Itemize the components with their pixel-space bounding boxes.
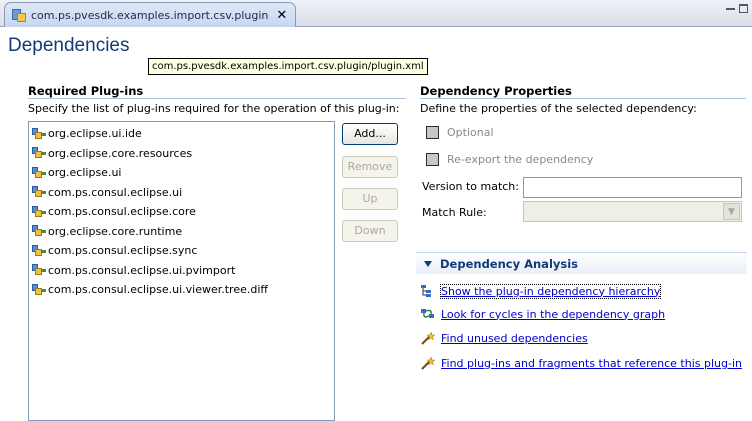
- plugin-icon: [31, 244, 47, 258]
- analysis-link-row[interactable]: Find plug-ins and fragments that referen…: [420, 356, 742, 370]
- wand-icon: [420, 356, 436, 370]
- dependency-properties-title: Dependency Properties: [420, 84, 572, 98]
- plugin-name: com.ps.consul.eclipse.ui.viewer.tree.dif…: [48, 283, 268, 297]
- maximize-icon[interactable]: [739, 4, 748, 13]
- list-item[interactable]: com.ps.consul.eclipse.ui.pvimport: [29, 261, 334, 281]
- dependency-analysis-title: Dependency Analysis: [440, 256, 579, 271]
- match-rule-combo[interactable]: ▼: [523, 201, 742, 222]
- page-title: Dependencies: [8, 35, 130, 56]
- close-icon[interactable]: ✕: [276, 8, 287, 23]
- required-plugins-list[interactable]: org.eclipse.ui.ide org.eclipse.core.reso…: [28, 121, 335, 421]
- optional-checkbox-row[interactable]: Optional: [426, 126, 494, 139]
- file-path-tooltip: com.ps.pvesdk.examples.import.csv.plugin…: [148, 58, 428, 75]
- look-for-cycles-link[interactable]: Look for cycles in the dependency graph: [441, 308, 665, 321]
- remove-button[interactable]: Remove: [342, 156, 398, 178]
- hierarchy-icon: [420, 284, 436, 298]
- list-item[interactable]: org.eclipse.core.runtime: [29, 222, 334, 242]
- editor-tab-title: com.ps.pvesdk.examples.import.csv.plugin: [31, 8, 269, 22]
- plugin-name: com.ps.consul.eclipse.sync: [48, 244, 198, 258]
- reexport-label: Re-export the dependency: [447, 153, 594, 166]
- plugin-icon: [31, 185, 47, 199]
- show-dependency-hierarchy-link[interactable]: Show the plug-in dependency hierarchy: [439, 283, 662, 299]
- optional-label: Optional: [447, 126, 494, 139]
- collapse-triangle-icon[interactable]: [424, 260, 432, 267]
- list-item[interactable]: com.ps.consul.eclipse.sync: [29, 241, 334, 261]
- wand-icon: [420, 331, 436, 345]
- cycles-icon: [420, 307, 436, 321]
- up-button[interactable]: Up: [342, 188, 398, 210]
- version-label: Version to match:: [422, 180, 519, 193]
- plugin-icon: [31, 283, 47, 297]
- down-button[interactable]: Down: [342, 220, 398, 242]
- plugin-icon: [31, 224, 47, 238]
- plugin-icon: [31, 205, 47, 219]
- plugin-name: com.ps.consul.eclipse.ui: [48, 185, 183, 199]
- plugin-icon: [31, 263, 47, 277]
- add-button[interactable]: Add...: [342, 123, 398, 145]
- plugin-name: com.ps.consul.eclipse.ui.pvimport: [48, 263, 236, 277]
- find-referencing-plugins-link[interactable]: Find plug-ins and fragments that referen…: [441, 357, 742, 370]
- editor-tab[interactable]: com.ps.pvesdk.examples.import.csv.plugin…: [4, 2, 296, 27]
- plugin-icon: [31, 166, 47, 180]
- plugin-manifest-icon: [11, 7, 27, 23]
- list-item[interactable]: org.eclipse.ui: [29, 163, 334, 183]
- dependency-properties-description: Define the properties of the selected de…: [420, 102, 697, 115]
- plugin-name: org.eclipse.ui: [48, 166, 122, 180]
- list-item[interactable]: com.ps.consul.eclipse.ui: [29, 183, 334, 203]
- chevron-down-icon[interactable]: ▼: [723, 203, 740, 220]
- minimize-icon[interactable]: [726, 4, 735, 13]
- version-field[interactable]: [523, 177, 742, 198]
- analysis-link-row[interactable]: Show the plug-in dependency hierarchy: [420, 283, 662, 299]
- match-rule-label: Match Rule:: [422, 206, 487, 219]
- plugin-name: org.eclipse.ui.ide: [48, 127, 142, 141]
- section-divider: [28, 98, 406, 99]
- analysis-link-row[interactable]: Look for cycles in the dependency graph: [420, 307, 665, 321]
- reexport-checkbox[interactable]: [426, 153, 439, 166]
- analysis-link-row[interactable]: Find unused dependencies: [420, 331, 588, 345]
- list-item[interactable]: com.ps.consul.eclipse.ui.viewer.tree.dif…: [29, 280, 334, 300]
- required-plugins-title: Required Plug-ins: [28, 84, 144, 98]
- editor-tab-bar: com.ps.pvesdk.examples.import.csv.plugin…: [0, 0, 752, 27]
- plugin-name: org.eclipse.core.runtime: [48, 224, 183, 238]
- plugin-name: com.ps.consul.eclipse.core: [48, 205, 196, 219]
- plugin-icon: [31, 146, 47, 160]
- optional-checkbox[interactable]: [426, 126, 439, 139]
- section-divider: [420, 98, 746, 99]
- plugin-name: org.eclipse.core.resources: [48, 146, 193, 160]
- list-item[interactable]: com.ps.consul.eclipse.core: [29, 202, 334, 222]
- list-item[interactable]: org.eclipse.ui.ide: [29, 124, 334, 144]
- list-item[interactable]: org.eclipse.core.resources: [29, 144, 334, 164]
- find-unused-dependencies-link[interactable]: Find unused dependencies: [441, 332, 588, 345]
- view-controls: [726, 4, 748, 13]
- reexport-checkbox-row[interactable]: Re-export the dependency: [426, 153, 593, 166]
- dependency-analysis-header[interactable]: Dependency Analysis: [416, 252, 747, 274]
- required-plugins-description: Specify the list of plug-ins required fo…: [28, 102, 400, 115]
- plugin-icon: [31, 127, 47, 141]
